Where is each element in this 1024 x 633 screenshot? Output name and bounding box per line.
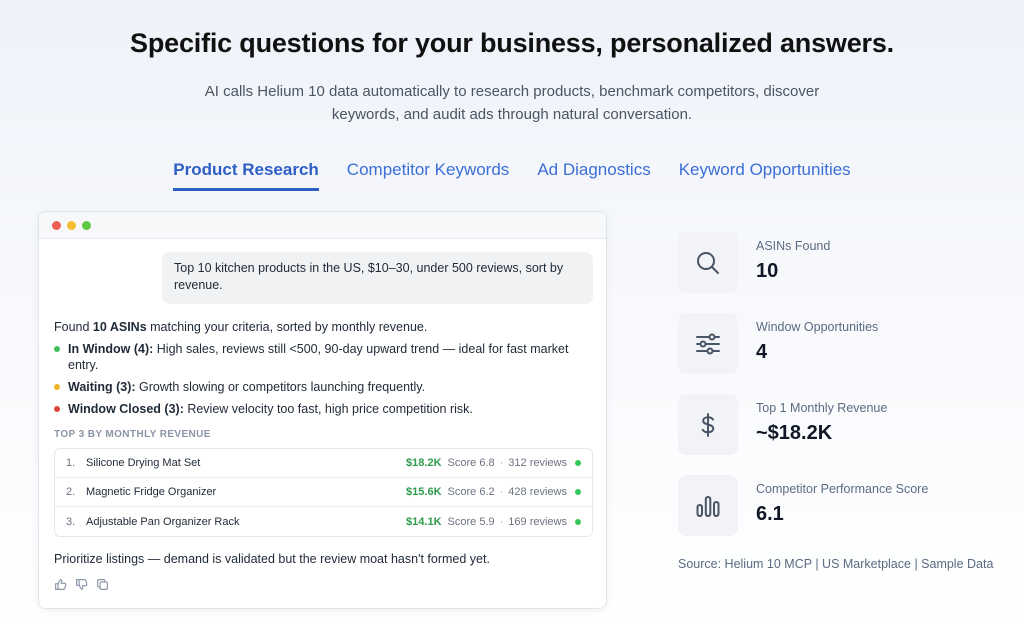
product-score: Score 6.2 bbox=[447, 486, 495, 498]
product-revenue: $18.2K bbox=[406, 457, 442, 469]
status-text: Review velocity too fast, high price com… bbox=[183, 402, 473, 416]
window-titlebar bbox=[39, 212, 606, 239]
rank-number: 3. bbox=[66, 515, 76, 528]
product-score: Score 5.9 bbox=[447, 515, 495, 528]
tab-competitor-keywords[interactable]: Competitor Keywords bbox=[347, 160, 510, 191]
product-revenue: $15.6K bbox=[406, 486, 442, 498]
product-reviews: 428 reviews bbox=[508, 486, 567, 498]
window-close-dot bbox=[52, 220, 61, 230]
status-label: Waiting (3): bbox=[68, 380, 136, 394]
thumbs-up-icon[interactable] bbox=[54, 578, 67, 591]
source-note: Source: Helium 10 MCP | US Marketplace |… bbox=[678, 557, 994, 571]
assistant-reply: Found 10 ASINs matching your criteria, s… bbox=[54, 319, 594, 591]
stat-value: 6.1 bbox=[756, 503, 784, 525]
status-item-in-window: In Window (4): High sales, reviews still… bbox=[54, 341, 594, 373]
reply-intro-count: 10 ASINs bbox=[92, 320, 147, 334]
tab-bar: Product Research Competitor Keywords Ad … bbox=[0, 160, 1024, 191]
rank-number: 2. bbox=[66, 486, 76, 498]
reply-actions bbox=[54, 578, 594, 591]
table-row[interactable]: 2. Magnetic Fridge Organizer $15.6K Scor… bbox=[55, 478, 592, 507]
stat-top1-revenue: Top 1 Monthly Revenue ~$18.2K bbox=[678, 394, 1008, 456]
status-item-waiting: Waiting (3): Growth slowing or competito… bbox=[54, 379, 594, 395]
window-maximize-dot bbox=[82, 220, 91, 230]
dollar-icon bbox=[678, 394, 738, 455]
product-score: Score 6.8 bbox=[447, 457, 495, 469]
table-row[interactable]: 3. Adjustable Pan Organizer Rack $14.1K … bbox=[55, 507, 592, 536]
tab-ad-diagnostics[interactable]: Ad Diagnostics bbox=[537, 160, 650, 191]
status-list: In Window (4): High sales, reviews still… bbox=[54, 341, 594, 417]
status-label: Window Closed (3): bbox=[68, 402, 184, 416]
product-reviews: 169 reviews bbox=[508, 515, 567, 528]
product-reviews: 312 reviews bbox=[508, 457, 567, 469]
stat-competitor-score: Competitor Performance Score 6.1 bbox=[678, 475, 1008, 537]
page-subtitle: AI calls Helium 10 data automatically to… bbox=[204, 83, 820, 123]
tab-keyword-opportunities[interactable]: Keyword Opportunities bbox=[679, 160, 851, 191]
copy-icon[interactable] bbox=[96, 578, 109, 591]
product-name: Silicone Drying Mat Set bbox=[86, 457, 201, 469]
user-message: Top 10 kitchen products in the US, $10–3… bbox=[162, 252, 593, 304]
reply-conclusion: Prioritize listings — demand is validate… bbox=[54, 552, 490, 566]
top3-section-label: TOP 3 BY MONTHLY REVENUE bbox=[54, 429, 211, 440]
status-text: Growth slowing or competitors launching … bbox=[135, 380, 426, 394]
separator: · bbox=[499, 515, 504, 528]
top3-table: 1. Silicone Drying Mat Set $18.2K Score … bbox=[54, 448, 593, 537]
chat-window: Top 10 kitchen products in the US, $10–3… bbox=[38, 211, 607, 609]
status-dot-yellow bbox=[54, 384, 60, 390]
tab-product-research[interactable]: Product Research bbox=[173, 160, 319, 191]
product-name: Adjustable Pan Organizer Rack bbox=[86, 515, 240, 528]
reply-intro: Found 10 ASINs matching your criteria, s… bbox=[54, 319, 594, 336]
stat-label: Top 1 Monthly Revenue bbox=[756, 401, 888, 415]
table-row[interactable]: 1. Silicone Drying Mat Set $18.2K Score … bbox=[55, 449, 592, 478]
search-icon bbox=[678, 232, 738, 293]
stat-asins-found: ASINs Found 10 bbox=[678, 232, 1008, 294]
product-name: Magnetic Fridge Organizer bbox=[86, 486, 217, 498]
stat-value: 4 bbox=[756, 341, 768, 363]
separator: · bbox=[499, 486, 504, 498]
bar-chart-icon bbox=[678, 475, 738, 536]
status-dot-green bbox=[54, 346, 60, 352]
rank-number: 1. bbox=[66, 457, 76, 469]
sliders-icon bbox=[678, 313, 738, 374]
status-dot-red bbox=[54, 406, 60, 412]
stat-label: Window Opportunities bbox=[756, 320, 879, 334]
stat-window-opportunities: Window Opportunities 4 bbox=[678, 313, 1008, 375]
product-revenue: $14.1K bbox=[406, 515, 442, 528]
status-item-window-closed: Window Closed (3): Review velocity too f… bbox=[54, 401, 594, 417]
status-dot-green bbox=[575, 460, 581, 466]
stat-value: 10 bbox=[756, 260, 779, 282]
reply-intro-pre: Found bbox=[54, 320, 93, 334]
stat-label: ASINs Found bbox=[756, 239, 831, 253]
status-label: In Window (4): bbox=[68, 342, 154, 356]
status-dot-green bbox=[575, 489, 581, 495]
window-minimize-dot bbox=[67, 220, 76, 230]
page-title: Specific questions for your business, pe… bbox=[130, 28, 894, 58]
stat-label: Competitor Performance Score bbox=[756, 482, 929, 496]
thumbs-down-icon[interactable] bbox=[75, 578, 88, 591]
stat-value: ~$18.2K bbox=[756, 422, 833, 444]
separator: · bbox=[499, 457, 504, 469]
reply-intro-post: matching your criteria, sorted by monthl… bbox=[146, 320, 428, 334]
status-dot-green bbox=[575, 518, 581, 525]
